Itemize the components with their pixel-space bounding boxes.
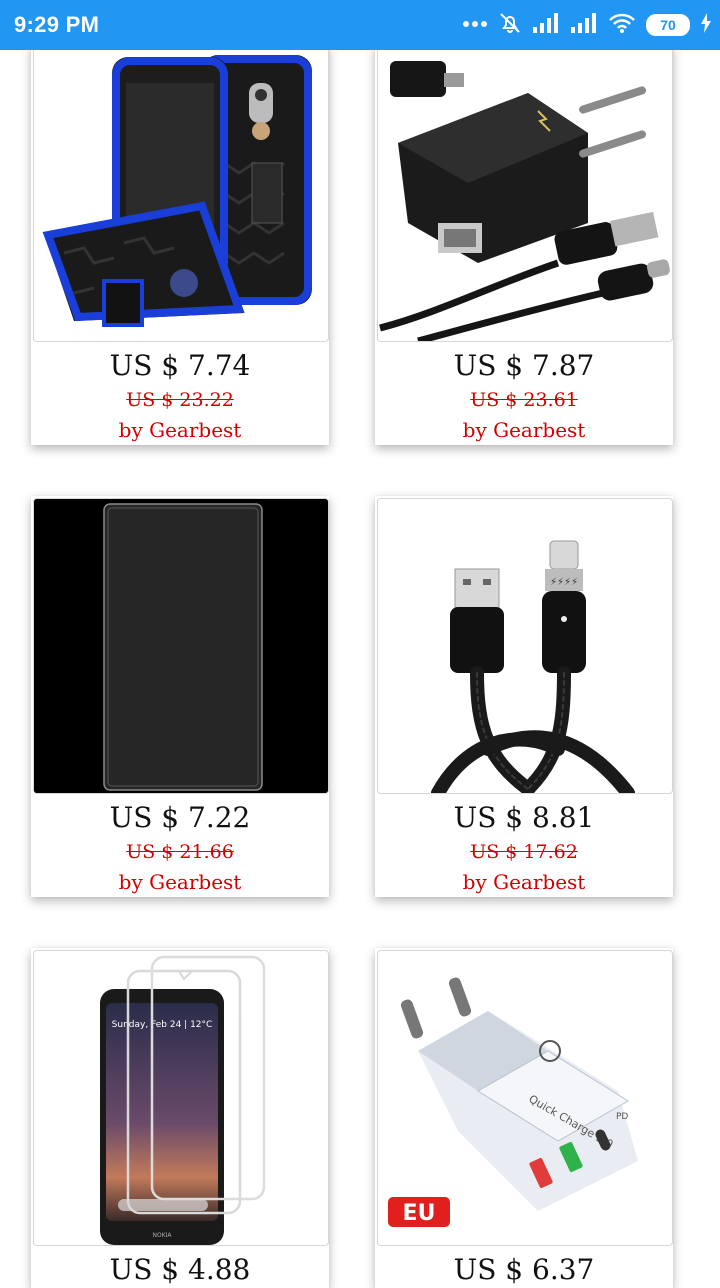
status-bar: 9:29 PM 70 <box>0 0 720 50</box>
phone-brand: NOKIA <box>152 1232 172 1239</box>
product-card[interactable]: ⚡⚡⚡⚡ US $ 8.81 US $ 17.62 by Gearbest <box>375 496 673 897</box>
product-old-price: US $ 17.62 <box>470 841 578 863</box>
product-old-price: US $ 23.61 <box>470 389 578 411</box>
product-old-price: US $ 23.22 <box>126 389 234 411</box>
svg-text:⚡⚡⚡⚡: ⚡⚡⚡⚡ <box>550 577 578 588</box>
product-card[interactable]: US $ 7.87 US $ 23.61 by Gearbest <box>375 42 673 445</box>
product-image-eu-charger[interactable]: Quick Charge 3.0 PD EU <box>377 950 673 1246</box>
product-old-price: US $ 21.66 <box>126 841 234 863</box>
signal-icon <box>570 12 598 39</box>
wifi-icon <box>608 12 636 39</box>
mute-icon <box>498 11 522 40</box>
product-image-glass[interactable] <box>33 498 329 794</box>
dots-icon <box>462 16 488 34</box>
product-card[interactable]: US $ 7.74 US $ 23.22 by Gearbest <box>31 42 329 445</box>
product-image-cable[interactable]: ⚡⚡⚡⚡ <box>377 498 673 794</box>
eu-badge: EU <box>403 1201 436 1226</box>
product-grid: US $ 7.74 US $ 23.22 by Gearbest US $ 7.… <box>0 0 720 1288</box>
product-image-charger[interactable] <box>377 42 673 342</box>
product-image-case[interactable] <box>33 42 329 342</box>
product-seller: by Gearbest <box>118 870 242 894</box>
product-seller: by Gearbest <box>462 418 586 442</box>
product-price: US $ 7.87 <box>453 349 595 382</box>
battery-level: 70 <box>660 17 676 33</box>
status-time: 9:29 PM <box>14 12 100 37</box>
product-price: US $ 4.88 <box>109 1253 251 1286</box>
product-price: US $ 8.81 <box>453 801 595 834</box>
product-card[interactable]: US $ 7.22 US $ 21.66 by Gearbest <box>31 496 329 897</box>
product-image-protector[interactable]: Sunday, Feb 24 | 12°C NOKIA <box>33 950 329 1246</box>
product-price: US $ 7.22 <box>109 801 251 834</box>
charging-icon <box>700 12 712 39</box>
product-price: US $ 7.74 <box>109 349 251 382</box>
product-card[interactable]: Quick Charge 3.0 PD EU US $ 6.37 <box>375 948 673 1288</box>
product-price: US $ 6.37 <box>453 1253 595 1286</box>
signal-icon <box>532 12 560 39</box>
product-seller: by Gearbest <box>462 870 586 894</box>
status-icons: 70 <box>462 10 712 40</box>
product-seller: by Gearbest <box>118 418 242 442</box>
battery-icon: 70 <box>646 14 690 36</box>
port-pd-label: PD <box>616 1112 628 1122</box>
product-card[interactable]: Sunday, Feb 24 | 12°C NOKIA US $ 4.88 <box>31 948 329 1288</box>
